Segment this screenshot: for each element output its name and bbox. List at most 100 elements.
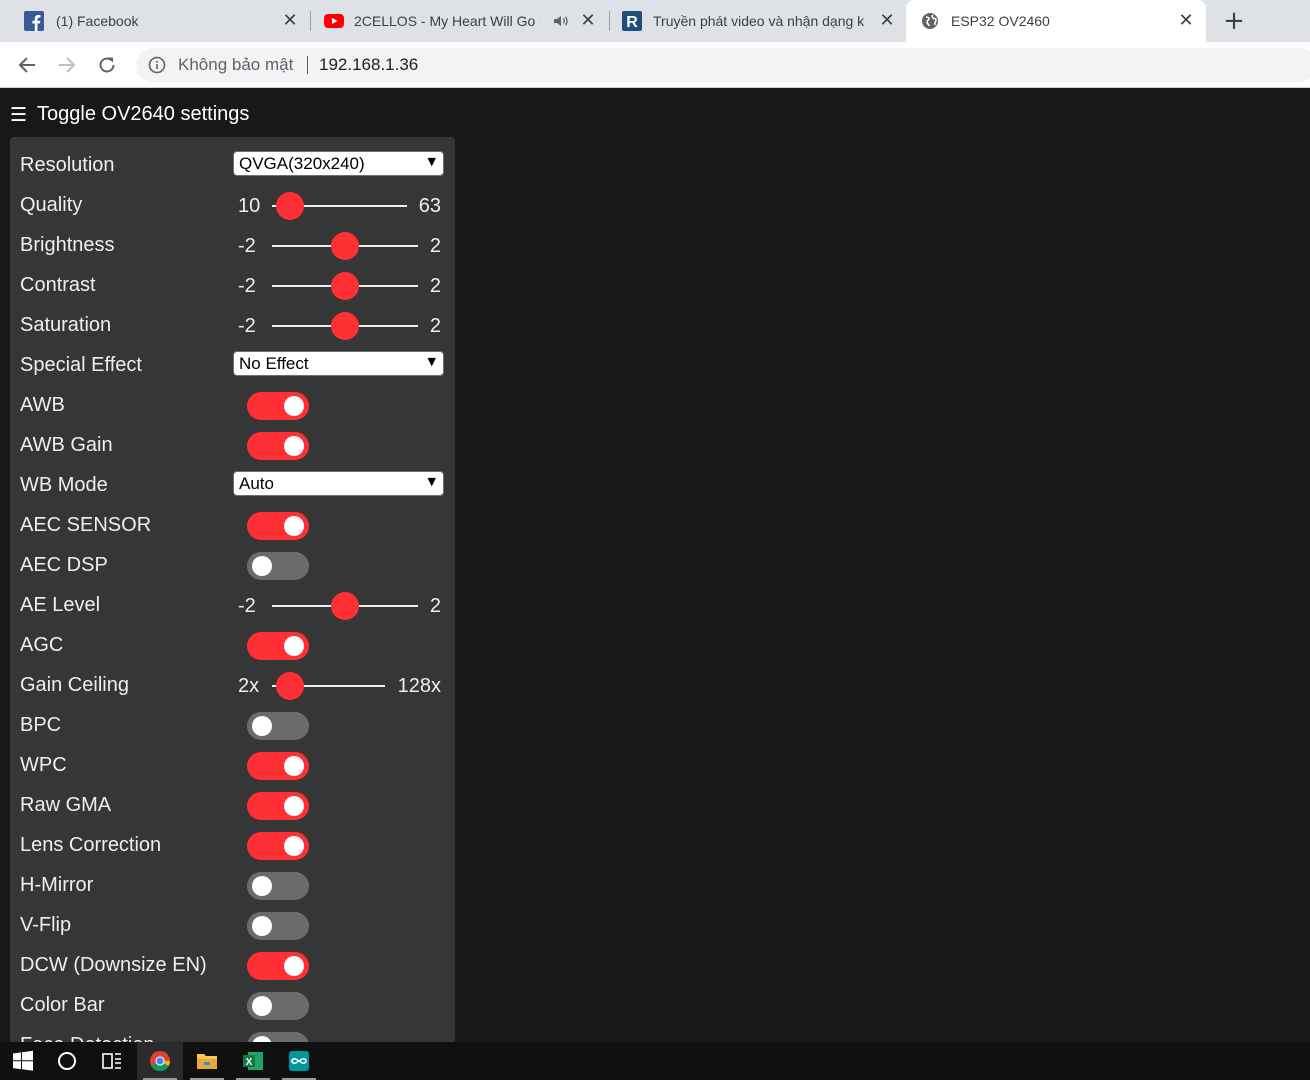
taskbar: X xyxy=(0,1042,1310,1080)
excel-icon[interactable]: X xyxy=(230,1042,276,1080)
close-tab-icon[interactable]: ✕ xyxy=(577,9,599,31)
lens-correction-toggle[interactable] xyxy=(247,832,309,860)
hamburger-icon: ☰ xyxy=(10,103,28,126)
tab-title: 2CELLOS - My Heart Will Go On xyxy=(354,13,540,29)
bpc-toggle[interactable] xyxy=(247,712,309,740)
info-icon[interactable] xyxy=(148,56,166,74)
setting-label: Color Bar xyxy=(20,994,105,1016)
address-bar[interactable]: Không bảo mật 192.168.1.36 xyxy=(136,48,1310,82)
setting-label: Saturation xyxy=(20,314,112,336)
globe-icon xyxy=(920,11,940,31)
setting-row-h-mirror: H-Mirror xyxy=(20,866,445,906)
new-tab-button[interactable]: + xyxy=(1221,6,1247,36)
special-effect-select[interactable]: No Effect ▼ xyxy=(233,351,444,376)
setting-label: V-Flip xyxy=(20,914,72,936)
saturation-slider[interactable]: -2 2 xyxy=(233,306,445,346)
slider-thumb[interactable] xyxy=(331,312,359,340)
slider-thumb[interactable] xyxy=(331,232,359,260)
setting-label: AWB Gain xyxy=(20,434,113,456)
arrow-left-icon xyxy=(18,57,35,73)
slider-thumb[interactable] xyxy=(276,672,304,700)
youtube-icon xyxy=(324,11,344,31)
resolution-select[interactable]: QVGA(320x240) ▼ xyxy=(233,151,444,176)
tab-facebook[interactable]: (1) Facebook ✕ xyxy=(14,0,309,42)
facebook-icon xyxy=(24,11,44,31)
settings-toggle[interactable]: ☰ Toggle OV2640 settings xyxy=(10,103,249,126)
wpc-toggle[interactable] xyxy=(247,752,309,780)
file-explorer-icon[interactable] xyxy=(184,1042,230,1080)
gain-ceiling-slider[interactable]: 2x 128x xyxy=(233,666,445,706)
settings-toggle-label: Toggle OV2640 settings xyxy=(37,103,250,125)
page-content: ☰ Toggle OV2640 settings Resolution QVGA(… xyxy=(0,89,1310,1042)
url-text[interactable]: 192.168.1.36 xyxy=(319,55,418,75)
slider-max-label: 2 xyxy=(429,595,441,617)
tab-youtube[interactable]: 2CELLOS - My Heart Will Go On ✕ xyxy=(312,0,608,42)
brightness-slider[interactable]: -2 2 xyxy=(233,226,445,266)
tab-title: Truyền phát video và nhận dạng khuôn mặt xyxy=(653,13,865,29)
contrast-slider[interactable]: -2 2 xyxy=(233,266,445,306)
dcw-downsize-en-toggle[interactable] xyxy=(247,952,309,980)
close-tab-icon[interactable]: ✕ xyxy=(876,9,898,31)
color-bar-toggle[interactable] xyxy=(247,992,309,1020)
windows-start-icon[interactable] xyxy=(0,1042,46,1080)
svg-text:R: R xyxy=(626,14,638,31)
ae-level-slider[interactable]: -2 2 xyxy=(233,586,445,626)
security-label[interactable]: Không bảo mật xyxy=(178,55,293,75)
tab-truyen-phat[interactable]: R Truyền phát video và nhận dạng khuôn m… xyxy=(611,0,906,42)
setting-label: Brightness xyxy=(20,234,115,256)
slider-thumb[interactable] xyxy=(331,272,359,300)
awb-toggle[interactable] xyxy=(247,392,309,420)
raw-gma-toggle[interactable] xyxy=(247,792,309,820)
agc-toggle[interactable] xyxy=(247,632,309,660)
select-value: Auto xyxy=(239,474,274,493)
back-button[interactable] xyxy=(13,51,41,79)
chrome-icon[interactable] xyxy=(137,1042,183,1080)
setting-row-saturation: Saturation -2 2 xyxy=(20,306,445,346)
aec-sensor-toggle[interactable] xyxy=(247,512,309,540)
setting-label: AE Level xyxy=(20,594,101,616)
setting-row-color-bar: Color Bar xyxy=(20,986,445,1026)
slider-min-label: -2 xyxy=(238,275,256,297)
setting-row-ae-level: AE Level -2 2 xyxy=(20,586,445,626)
toggle-knob xyxy=(284,796,304,816)
v-flip-toggle[interactable] xyxy=(247,912,309,940)
settings-panel: Resolution QVGA(320x240) ▼ Quality 10 63 Brigh… xyxy=(10,137,455,1042)
slider-max-label: 2 xyxy=(429,235,441,257)
wb-mode-select[interactable]: Auto ▼ xyxy=(233,471,444,496)
setting-row-special-effect: Special Effect No Effect ▼ xyxy=(20,346,445,386)
toggle-knob xyxy=(284,756,304,776)
awb-gain-toggle[interactable] xyxy=(247,432,309,460)
browser-toolbar: Không bảo mật 192.168.1.36 xyxy=(0,42,1310,88)
close-tab-icon[interactable]: ✕ xyxy=(279,9,301,31)
setting-row-dcw-downsize-en: DCW (Downsize EN) xyxy=(20,946,445,986)
setting-row-bpc: BPC xyxy=(20,706,445,746)
setting-row-aec-dsp: AEC DSP xyxy=(20,546,445,586)
dropdown-arrow-icon: ▼ xyxy=(427,355,436,368)
setting-row-agc: AGC xyxy=(20,626,445,666)
task-view-icon[interactable] xyxy=(89,1042,135,1080)
face-detection-toggle[interactable] xyxy=(247,1032,309,1042)
close-tab-icon[interactable]: ✕ xyxy=(1175,9,1197,31)
toggle-knob xyxy=(284,836,304,856)
speaker-icon[interactable] xyxy=(552,11,570,31)
tab-divider xyxy=(310,11,311,31)
toggle-knob xyxy=(284,396,304,416)
aec-dsp-toggle[interactable] xyxy=(247,552,309,580)
arduino-icon[interactable] xyxy=(276,1042,322,1080)
slider-thumb[interactable] xyxy=(276,192,304,220)
setting-label: Quality xyxy=(20,194,83,216)
toggle-knob xyxy=(252,876,272,896)
toggle-knob xyxy=(252,716,272,736)
toggle-knob xyxy=(284,956,304,976)
reload-button[interactable] xyxy=(93,51,121,79)
quality-slider[interactable]: 10 63 xyxy=(233,186,445,226)
toggle-knob xyxy=(252,556,272,576)
slider-thumb[interactable] xyxy=(331,592,359,620)
tab-esp32[interactable]: ESP32 OV2460 ✕ xyxy=(906,0,1206,42)
forward-button[interactable] xyxy=(53,51,81,79)
search-icon[interactable] xyxy=(44,1042,90,1080)
h-mirror-toggle[interactable] xyxy=(247,872,309,900)
tab-title: ESP32 OV2460 xyxy=(951,13,1050,29)
arrow-right-icon xyxy=(59,57,76,73)
setting-row-wpc: WPC xyxy=(20,746,445,786)
